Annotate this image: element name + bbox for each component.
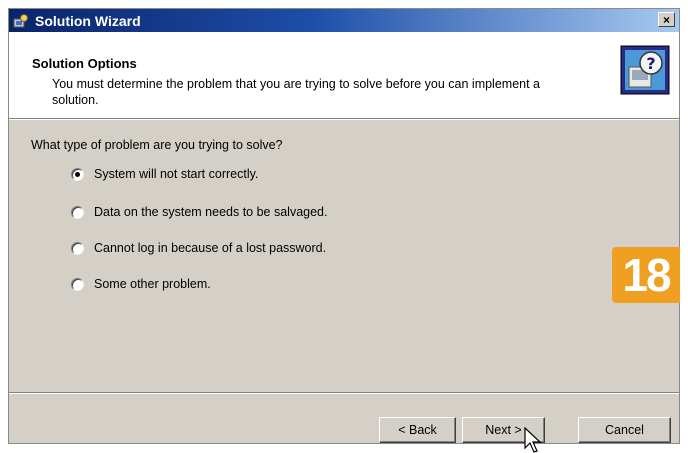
option-data-salvage[interactable]: Data on the system needs to be salvaged. [71,205,327,219]
radio-button[interactable] [71,205,84,219]
footer-separator [9,392,679,394]
option-label: Data on the system needs to be salvaged. [94,205,328,219]
page-number-badge: 18 [612,247,680,303]
radio-button[interactable] [71,241,84,255]
option-other-problem[interactable]: Some other problem. [71,277,211,291]
option-label: Cannot log in because of a lost password… [94,241,327,255]
cancel-button[interactable]: Cancel [578,417,671,443]
option-label: System will not start correctly. [94,167,259,181]
back-button[interactable]: < Back [379,417,456,443]
mouse-pointer-icon [524,427,542,453]
help-question-icon: ? [620,45,670,95]
wizard-header: Solution Options You must determine the … [9,32,679,118]
window-title: Solution Wizard [35,12,141,29]
question-label: What type of problem are you trying to s… [31,138,283,152]
radio-button-selected[interactable] [71,167,84,181]
wizard-window: Solution Wizard × Solution Options You m… [8,8,680,444]
page-title: Solution Options [32,56,137,71]
header-separator [9,118,679,120]
title-bar[interactable]: Solution Wizard × [9,9,679,32]
svg-text:?: ? [646,54,655,73]
option-label: Some other problem. [94,277,211,291]
option-system-start[interactable]: System will not start correctly. [71,167,258,181]
wizard-icon [13,13,28,27]
option-lost-password[interactable]: Cannot log in because of a lost password… [71,241,326,255]
radio-button[interactable] [71,277,84,291]
page-description: You must determine the problem that you … [52,77,541,107]
close-icon: × [662,12,670,27]
close-button[interactable]: × [658,12,675,27]
